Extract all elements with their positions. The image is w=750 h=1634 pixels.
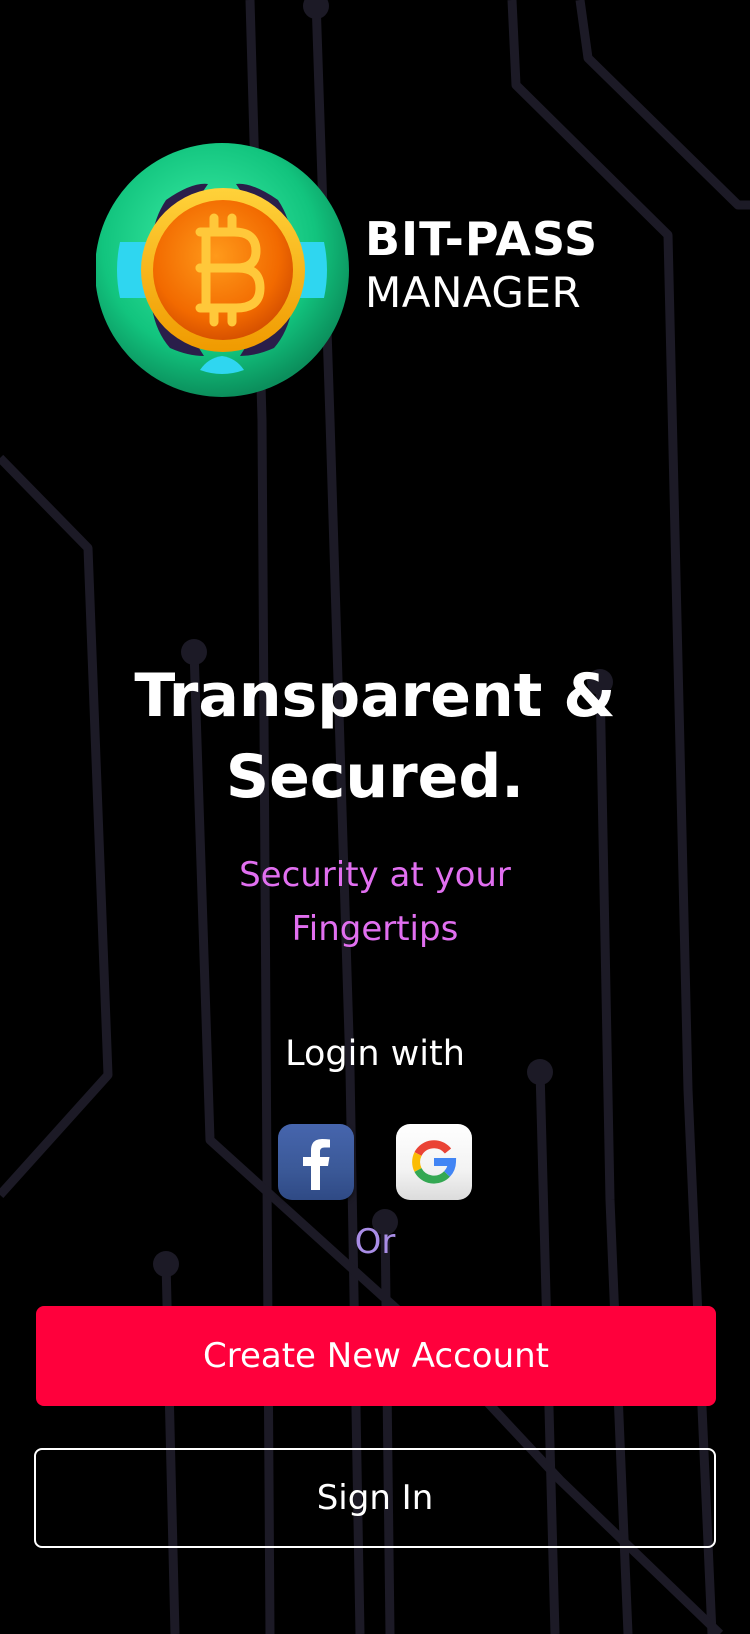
hero-title-line1: Transparent & [134,661,616,731]
hero-title-line2: Secured. [225,742,525,812]
google-icon [412,1140,457,1184]
brand-subtitle: MANAGER [365,268,582,317]
create-account-button[interactable]: Create New Account [36,1306,716,1406]
facebook-login-button[interactable] [278,1124,354,1200]
app-logo [91,140,356,402]
sign-in-button[interactable]: Sign In [34,1448,716,1548]
bitcoin-globe-icon [91,140,351,400]
facebook-icon [303,1139,330,1190]
brand-name: BIT-PASS MANAGER [365,216,598,314]
hero-subtitle-line2: Fingertips [291,909,459,949]
brand-title: BIT-PASS [365,212,599,266]
login-with-label: Login with [285,1034,465,1074]
hero-title: Transparent & Secured. [0,656,750,818]
or-divider-label: Or [354,1222,396,1262]
hero-subtitle-line1: Security at your [239,855,511,895]
google-login-button[interactable] [396,1124,472,1200]
hero-subtitle: Security at your Fingertips [0,848,750,956]
